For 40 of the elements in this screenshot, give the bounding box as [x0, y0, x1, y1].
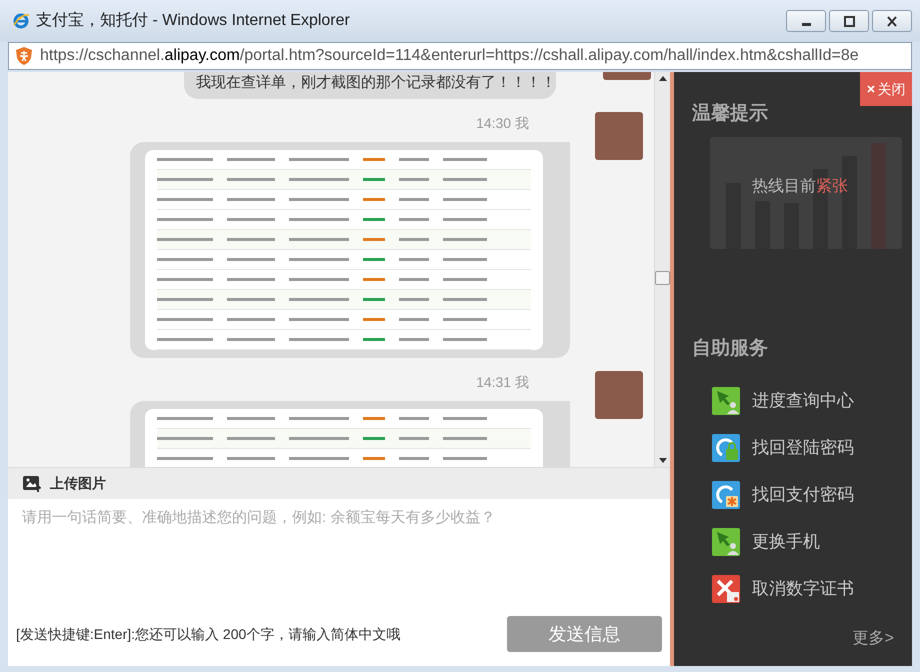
message-time: 14:31 我	[476, 372, 529, 392]
message-time: 14:30 我	[476, 114, 529, 132]
upload-image-button[interactable]: 上传图片	[50, 473, 106, 494]
url-text: https://cschannel.alipay.com/portal.htm?sourceId=114&enterurl=https://cshall.alipay.com/hall/index.htm&cshallId=8e	[40, 46, 859, 66]
progress-user-icon[interactable]	[712, 387, 740, 415]
service-link[interactable]: 进度查询中心	[752, 388, 854, 414]
more-link[interactable]: 更多>	[852, 627, 894, 651]
shield-icon	[14, 46, 34, 66]
service-link[interactable]: 更换手机	[752, 529, 820, 555]
message-bubble: 我现在查详单，刚才截图的那个记录都没有了！！！！	[184, 72, 556, 98]
maximize-button[interactable]	[829, 10, 869, 32]
window-title: 支付宝，知托付 - Windows Internet Explorer	[36, 10, 350, 31]
scrollbar[interactable]	[654, 72, 670, 467]
avatar-photo	[595, 370, 643, 418]
address-bar[interactable]: https://cschannel.alipay.com/portal.htm?sourceId=114&enterurl=https://cshall.alipay.com/hall/index.htm&cshallId=8e	[8, 42, 912, 70]
service-link[interactable]: 取消数字证书	[752, 576, 854, 602]
service-link[interactable]: 找回登陆密码	[752, 435, 854, 461]
scroll-thumb[interactable]	[655, 271, 670, 285]
scroll-down-icon[interactable]	[658, 458, 666, 463]
progress-user-icon[interactable]	[712, 528, 740, 556]
maximize-icon	[844, 16, 854, 26]
avatar-photo	[595, 112, 643, 160]
password-asterisk-icon[interactable]	[712, 481, 740, 509]
panel-heading: 温馨提示	[692, 102, 769, 126]
browser-logo-icon	[12, 12, 30, 30]
panel-heading: 自助服务	[692, 336, 769, 360]
input-hint: [发送快捷键:Enter]:您还可以输入 200个字，请输入简体中文哦	[16, 624, 400, 644]
minimize-icon	[802, 22, 810, 26]
lock-icon[interactable]	[712, 434, 740, 462]
minimize-button[interactable]	[786, 10, 826, 32]
close-button[interactable]	[872, 10, 912, 32]
close-icon	[887, 16, 897, 26]
close-icon	[866, 85, 874, 93]
cancel-certificate-icon[interactable]	[712, 575, 740, 603]
message-input[interactable]: 请用一句话简要、准确地描述您的问题，例如: 余额宝每天有多少收益？	[8, 499, 670, 609]
scroll-up-icon[interactable]	[658, 76, 666, 81]
hotline-status-text: 热线目前紧张	[752, 176, 848, 197]
image-upload-icon[interactable]	[22, 474, 42, 492]
close-panel-button[interactable]: 关闭	[860, 72, 912, 106]
service-link[interactable]: 找回支付密码	[752, 482, 854, 508]
